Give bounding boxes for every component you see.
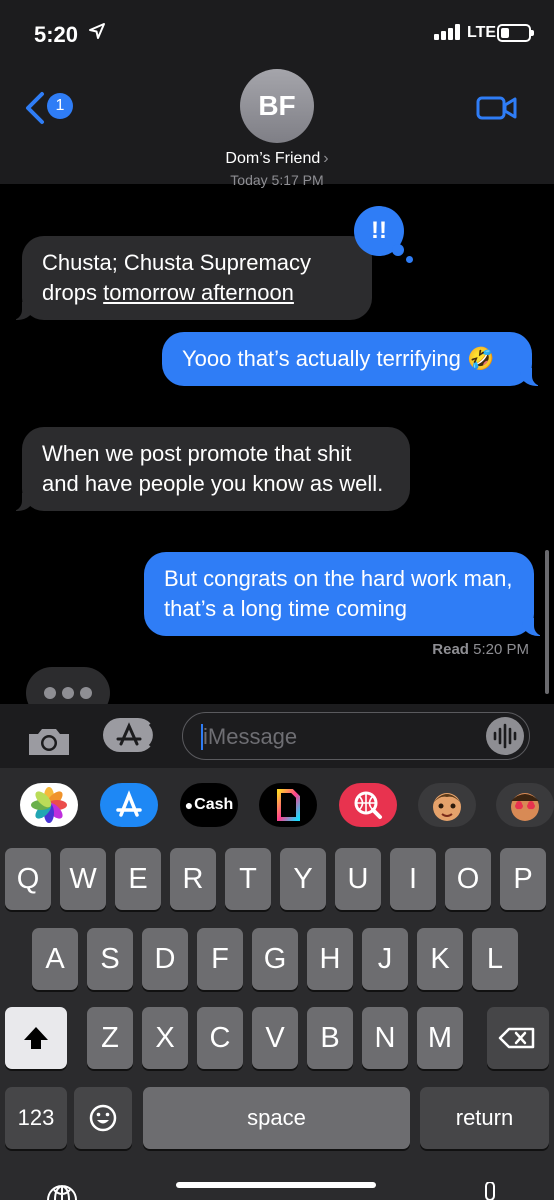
key-l[interactable]: L [472, 928, 518, 990]
key-y[interactable]: Y [280, 848, 326, 910]
imessage-field[interactable] [182, 712, 530, 760]
key-n[interactable]: N [362, 1007, 408, 1069]
sticker-app-button[interactable] [259, 783, 317, 827]
incoming-message[interactable]: When we post promote that shit and have … [12, 427, 410, 511]
memoji-stickers-icon [511, 793, 539, 821]
key-a[interactable]: A [32, 928, 78, 990]
key-w[interactable]: W [60, 848, 106, 910]
numbers-key[interactable]: 123 [5, 1087, 67, 1149]
read-label: Read [432, 641, 469, 658]
chevron-right-icon: › [323, 150, 329, 167]
return-key[interactable]: return [420, 1087, 549, 1149]
app-store-icon [116, 722, 156, 748]
emoji-key[interactable] [74, 1087, 132, 1149]
memoji-stickers-app-button[interactable] [496, 783, 554, 827]
camera-icon[interactable] [26, 726, 72, 756]
message-input-bar [0, 704, 554, 768]
message-text: But congrats on the hard work man, that’… [164, 566, 513, 621]
message-text: When we post promote that shit and have … [42, 441, 384, 496]
key-k[interactable]: K [417, 928, 463, 990]
key-i[interactable]: I [390, 848, 436, 910]
delete-key[interactable] [487, 1007, 549, 1069]
key-e[interactable]: E [115, 848, 161, 910]
key-q[interactable]: Q [5, 848, 51, 910]
web-search-app-button[interactable] [339, 783, 397, 827]
apple-logo-icon: ● [184, 797, 194, 813]
date-link[interactable]: tomorrow afternoon [103, 280, 294, 305]
outgoing-message[interactable]: Yooo that’s actually terrifying 🤣 [162, 332, 542, 386]
key-r[interactable]: R [170, 848, 216, 910]
globe-icon[interactable] [44, 1184, 80, 1200]
network-type: LTE [467, 24, 497, 41]
memoji-app-button[interactable] [418, 783, 476, 827]
unread-badge[interactable]: 1 [47, 93, 73, 119]
conversation-header: 1 BF Dom’s Friend › [0, 66, 554, 184]
tapback-emphasis-icon[interactable]: !! [354, 206, 413, 263]
waveform-icon [493, 723, 517, 749]
key-g[interactable]: G [252, 928, 298, 990]
avatar[interactable]: BF [240, 69, 314, 143]
app-store-drawer-button[interactable] [103, 718, 156, 752]
apple-cash-label: Cash [194, 796, 234, 813]
apple-cash-app-button[interactable]: ● Cash [180, 783, 238, 827]
audio-message-button[interactable] [486, 717, 524, 755]
key-u[interactable]: U [335, 848, 381, 910]
shift-key[interactable] [5, 1007, 67, 1069]
cellular-signal-icon [434, 24, 460, 40]
backspace-icon [498, 1027, 535, 1049]
video-call-icon[interactable] [476, 94, 518, 122]
key-t[interactable]: T [225, 848, 271, 910]
key-d[interactable]: D [142, 928, 188, 990]
home-indicator[interactable] [176, 1182, 376, 1188]
dictation-mic-icon[interactable] [480, 1182, 500, 1200]
key-b[interactable]: B [307, 1007, 353, 1069]
key-z[interactable]: Z [87, 1007, 133, 1069]
photos-icon [31, 787, 67, 823]
incoming-message[interactable]: Chusta; Chusta Supremacy drops tomorrow … [12, 236, 372, 320]
key-m[interactable]: M [417, 1007, 463, 1069]
space-key[interactable]: space [143, 1087, 410, 1149]
status-bar: 5:20 LTE [0, 0, 554, 66]
battery-icon [497, 24, 534, 42]
key-x[interactable]: X [142, 1007, 188, 1069]
location-arrow-icon [89, 23, 105, 39]
app-store-icon [116, 790, 142, 817]
app-store-app-button[interactable] [100, 783, 158, 827]
memoji-icon [433, 793, 461, 821]
shift-arrow-icon [24, 1027, 48, 1049]
contact-name[interactable]: Dom’s Friend [225, 150, 320, 167]
photos-app-button[interactable] [20, 783, 78, 827]
key-s[interactable]: S [87, 928, 133, 990]
key-f[interactable]: F [197, 928, 243, 990]
read-time: 5:20 PM [473, 641, 529, 658]
message-input[interactable] [201, 721, 475, 753]
key-h[interactable]: H [307, 928, 353, 990]
key-c[interactable]: C [197, 1007, 243, 1069]
web-search-icon [354, 791, 382, 819]
status-time: 5:20 [34, 22, 79, 47]
outgoing-message[interactable]: But congrats on the hard work man, that’… [144, 552, 544, 636]
key-p[interactable]: P [500, 848, 546, 910]
emoji-icon [89, 1104, 117, 1132]
contact-name-button[interactable]: Dom’s Friend › [0, 150, 554, 168]
key-o[interactable]: O [445, 848, 491, 910]
key-v[interactable]: V [252, 1007, 298, 1069]
sticker-app-icon [277, 789, 300, 821]
key-j[interactable]: J [362, 928, 408, 990]
read-receipt: Read 5:20 PM [432, 641, 529, 658]
scrollbar[interactable] [545, 550, 549, 694]
message-text: Yooo that’s actually terrifying 🤣 [182, 346, 495, 371]
message-timestamp: Today 5:17 PM [230, 172, 324, 188]
imessage-app-strip: ● Cash [0, 768, 554, 848]
